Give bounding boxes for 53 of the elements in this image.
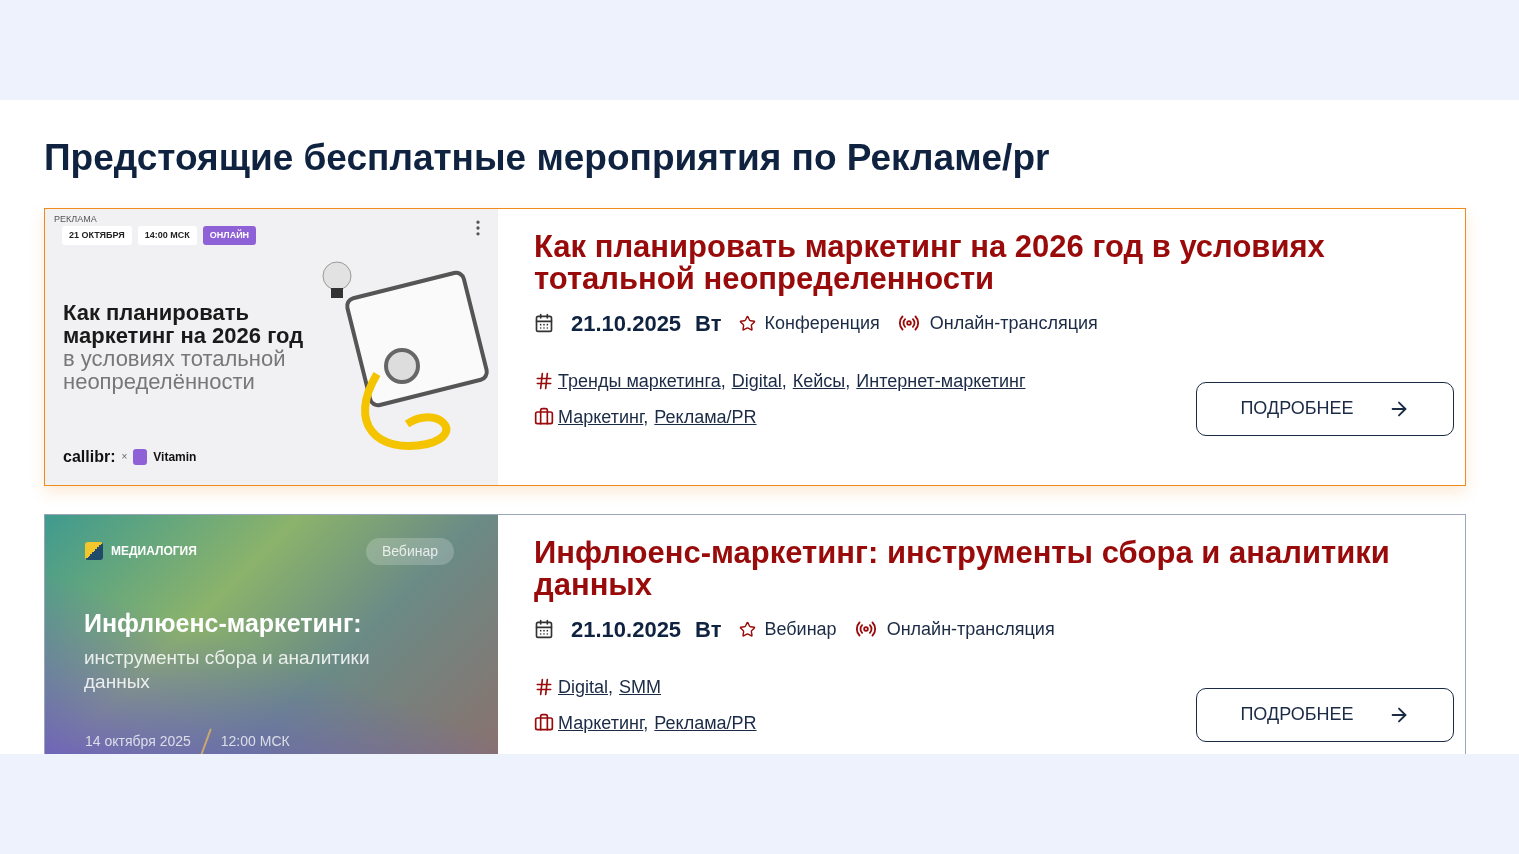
banner-subtitle: инструменты сбора и аналитики данных [84,645,371,694]
event-format: Конференция [764,311,880,335]
section-heading: Предстоящие бесплатные мероприятия по Рекламе/pr [44,136,1051,180]
event-title[interactable]: Как планировать маркетинг на 2026 год в условиях тотальной неопределенности [534,230,1454,295]
separator: , [720,370,726,391]
event-format: Вебинар [764,617,837,641]
banner-time: 12:00 МСК [220,732,290,751]
separator: , [643,406,649,427]
times-sign: × [121,450,128,464]
calendar-icon [534,313,554,333]
event-date: 21.10.2025 [571,309,682,338]
banner-title: Как планировать маркетинг на 2026 год [63,300,305,347]
tag-link[interactable]: Кейсы [792,370,846,391]
brand-logo-icon [85,541,103,560]
partner-logo-mark-icon [133,448,148,465]
partner-logo: Vitamin [153,448,197,466]
event-mode: Онлайн-трансляция [929,311,1098,335]
ad-label: РЕКЛАМА [54,213,97,224]
tag-link[interactable]: Реклама/PR [654,406,757,427]
event-title[interactable]: Инфлюенс-маркетинг: инструменты сбора и аналитики данных [534,536,1454,601]
tag-link[interactable]: Маркетинг [558,712,644,733]
separator: , [608,676,614,697]
star-icon [739,620,757,638]
tag-link[interactable]: Digital [558,676,609,697]
details-button[interactable]: ПОДРОБНЕЕ [1196,687,1454,742]
event-date: 21.10.2025 [571,615,682,644]
banner-badge: Вебинар [365,537,454,565]
details-button[interactable]: ПОДРОБНЕЕ [1196,381,1454,436]
briefcase-icon [534,406,554,427]
banner-chip: 21 ОКТЯБРЯ [62,225,132,245]
tag-link[interactable]: Реклама/PR [654,712,757,733]
banner-chip: ОНЛАЙН [202,225,257,245]
banner-chip: 14:00 МСК [137,225,197,245]
tag-link[interactable]: Маркетинг [558,406,644,427]
event-weekday: Вт [695,309,722,338]
tag-link[interactable]: Интернет-маркетинг [856,370,1026,391]
star-icon [739,314,757,332]
brand-name: МЕДИАЛОГИЯ [111,542,197,560]
banner-date: 14 октября 2025 [85,732,191,751]
separator: , [643,712,649,733]
hash-icon [534,676,554,697]
event-weekday: Вт [695,615,722,644]
tag-link[interactable]: Digital [731,370,782,391]
banner-title: Инфлюенс-маркетинг: [84,607,362,639]
tag-link[interactable]: Тренды маркетинга [558,370,721,391]
separator: , [781,370,787,391]
separator: , [845,370,851,391]
calendar-icon [534,619,554,639]
hash-icon [534,370,554,391]
partner-logo: callibr: [63,446,116,467]
event-mode: Онлайн-трансляция [886,617,1055,641]
tag-link[interactable]: SMM [619,676,662,697]
briefcase-icon [534,712,554,733]
